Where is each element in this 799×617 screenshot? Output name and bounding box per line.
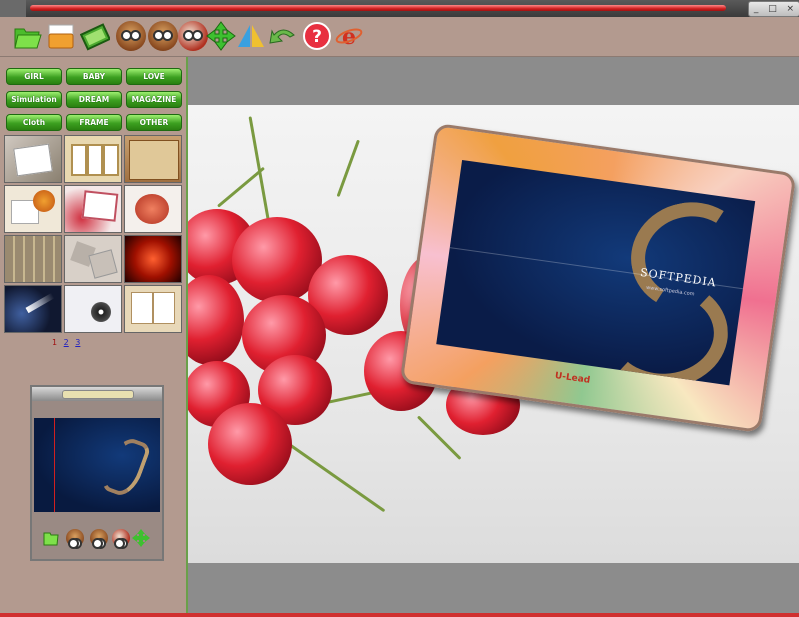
maximize-button[interactable]: □	[768, 4, 777, 14]
template-thumbnail[interactable]	[4, 285, 62, 333]
template-thumbnail[interactable]	[64, 185, 122, 233]
minimize-button[interactable]: _	[754, 4, 759, 14]
folder-open-icon[interactable]	[42, 529, 60, 547]
mini-preview-screen	[34, 418, 160, 512]
mini-preview-handle	[62, 390, 134, 399]
template-thumbnail[interactable]	[124, 135, 182, 183]
photo-stage: SOFTPEDIA www.softpedia.com U-Lead	[188, 105, 799, 563]
pager: 1 2 3	[52, 338, 84, 347]
category-girl-button[interactable]: GIRL	[6, 68, 62, 85]
category-magazine-button[interactable]: MAGAZINE	[126, 91, 182, 108]
svg-text:?: ?	[312, 27, 322, 47]
template-thumbnail[interactable]	[64, 135, 122, 183]
template-thumbnail[interactable]	[124, 285, 182, 333]
svg-text:e: e	[342, 24, 356, 50]
toolbar: ? e	[0, 17, 799, 57]
page-link-2[interactable]: 2	[64, 338, 69, 347]
owl-icon[interactable]	[148, 21, 178, 51]
mini-preview-toolbar	[32, 527, 162, 555]
move-arrows-icon[interactable]	[206, 21, 236, 51]
cherry	[188, 275, 244, 365]
undo-icon[interactable]	[268, 21, 298, 51]
frame-logo: U-Lead	[554, 371, 591, 386]
bottom-border	[0, 613, 799, 617]
flip-icon[interactable]	[236, 21, 266, 51]
photo-icon[interactable]	[79, 21, 112, 51]
image-folder-icon[interactable]	[46, 21, 76, 51]
cherry	[208, 403, 292, 485]
category-other-button[interactable]: OTHER	[126, 114, 182, 131]
cherry-stem	[217, 166, 265, 208]
cherry-stem	[336, 139, 360, 198]
title-accent-bar	[30, 5, 726, 11]
ie-browser-icon[interactable]: e	[334, 21, 364, 51]
cherry-stem	[277, 435, 386, 513]
template-thumbnail[interactable]	[4, 135, 62, 183]
owl-icon[interactable]	[116, 21, 146, 51]
title-bar: _ □ ×	[0, 0, 799, 17]
category-love-button[interactable]: LOVE	[126, 68, 182, 85]
template-thumbnail[interactable]	[124, 235, 182, 283]
category-cloth-button[interactable]: Cloth	[6, 114, 62, 131]
window-controls: _ □ ×	[748, 1, 799, 17]
template-thumbnail[interactable]	[4, 235, 62, 283]
template-thumbnail[interactable]	[64, 285, 122, 333]
editor-canvas[interactable]: SOFTPEDIA www.softpedia.com U-Lead	[188, 57, 799, 613]
template-thumbnail[interactable]	[64, 235, 122, 283]
mini-preview-header	[32, 387, 162, 401]
mini-preview	[30, 385, 164, 561]
category-frame-button[interactable]: FRAME	[66, 114, 122, 131]
owl-icon[interactable]	[66, 529, 84, 549]
owl-icon[interactable]	[90, 529, 108, 549]
title-bar-cap	[0, 0, 26, 17]
template-thumbnail[interactable]	[124, 185, 182, 233]
photo-frame[interactable]: SOFTPEDIA www.softpedia.com U-Lead	[399, 122, 797, 434]
move-arrows-icon[interactable]	[132, 529, 150, 547]
owl-frame-icon[interactable]	[178, 21, 208, 51]
page-link-3[interactable]: 3	[75, 338, 80, 347]
help-icon[interactable]: ?	[302, 21, 332, 51]
template-thumbnail[interactable]	[4, 185, 62, 233]
category-dream-button[interactable]: DREAM	[66, 91, 122, 108]
owl-frame-icon[interactable]	[112, 529, 130, 549]
close-button[interactable]: ×	[787, 4, 795, 14]
page-link-1[interactable]: 1	[52, 338, 57, 347]
template-panel: GIRL BABY LOVE Simulation DREAM MAGAZINE…	[0, 57, 188, 613]
category-baby-button[interactable]: BABY	[66, 68, 122, 85]
framed-photo: SOFTPEDIA www.softpedia.com	[436, 159, 756, 386]
folder-open-icon[interactable]	[12, 21, 42, 51]
category-simulation-button[interactable]: Simulation	[6, 91, 62, 108]
